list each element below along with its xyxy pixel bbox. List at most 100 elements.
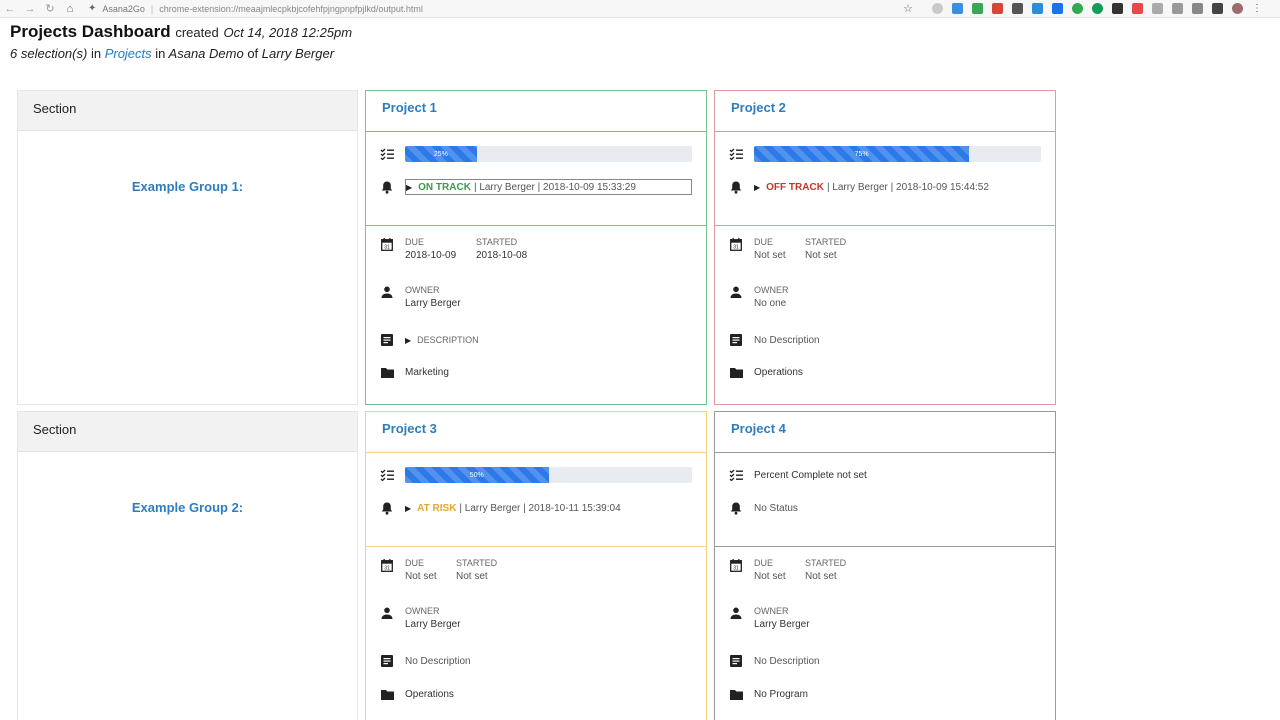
extension-icon[interactable] (932, 3, 943, 14)
progress-fill: 25% (405, 146, 477, 162)
due-value: 2018-10-09 (405, 250, 457, 261)
project-title[interactable]: Project 1 (366, 91, 706, 132)
group-label[interactable]: Example Group 1: (18, 179, 357, 194)
progress-fill: 75% (754, 146, 970, 162)
extension-icon[interactable] (992, 3, 1003, 14)
project-card: Project 2 75% ▶ OFF TRACK | Larry Berger… (714, 90, 1056, 405)
expand-caret-icon[interactable]: ▶ (754, 183, 760, 192)
extension-icon[interactable] (1192, 3, 1203, 14)
section-header: Section (18, 412, 357, 452)
started-value: 2018-10-08 (476, 250, 528, 261)
owner-label: OWNER (405, 285, 440, 295)
extension-icon[interactable] (1032, 3, 1043, 14)
status-word: AT RISK (417, 502, 457, 514)
group-label[interactable]: Example Group 2: (18, 500, 357, 515)
calendar-icon: 31 (729, 237, 743, 251)
progress-fill: 50% (405, 467, 549, 483)
extension-icon[interactable] (1092, 3, 1103, 14)
owner-value: Larry Berger (754, 619, 810, 630)
status-toggle[interactable]: ▶ AT RISK | Larry Berger | 2018-10-11 15… (405, 500, 692, 516)
created-label: created (175, 25, 219, 40)
profile-avatar[interactable] (1232, 3, 1243, 14)
owner-label: OWNER (754, 285, 789, 295)
dashboard-title: Projects Dashboard (10, 22, 171, 41)
owner-value: Larry Berger (405, 619, 461, 630)
download-icon[interactable] (1212, 3, 1223, 14)
svg-text:31: 31 (384, 565, 390, 571)
due-value: Not set (754, 250, 786, 261)
owner-value: Larry Berger (405, 298, 461, 309)
due-value: Not set (754, 571, 786, 582)
progress-bar: 75% (754, 146, 1041, 162)
projects-link[interactable]: Projects (105, 46, 152, 61)
status-toggle[interactable]: ▶ OFF TRACK | Larry Berger | 2018-10-09 … (754, 179, 1041, 195)
page-title: Projects Dashboard created Oct 14, 2018 … (10, 22, 352, 42)
calendar-icon: 31 (380, 558, 394, 572)
rss-icon[interactable] (1112, 3, 1123, 14)
person-icon (380, 285, 394, 299)
bookmark-star-icon[interactable]: ☆ (903, 2, 913, 15)
owner-value: No one (754, 298, 787, 309)
extension-icon[interactable] (1072, 3, 1083, 14)
status-word: OFF TRACK (766, 181, 824, 193)
project-card: Project 4 Percent Complete not set No St… (714, 411, 1056, 720)
owner-label: OWNER (754, 606, 789, 616)
extension-icon[interactable] (1152, 3, 1163, 14)
description-icon (729, 333, 743, 347)
description-icon (729, 654, 743, 668)
extension-icon[interactable] (952, 3, 963, 14)
puzzle-icon: ✦ (88, 3, 97, 14)
checklist-icon (729, 147, 743, 161)
description-icon (380, 654, 394, 668)
forward-icon[interactable]: → (20, 3, 40, 15)
status-area: Percent Complete not set No Status (715, 453, 1055, 547)
back-icon[interactable]: ← (0, 3, 20, 15)
expand-caret-icon[interactable]: ▶ (405, 336, 411, 345)
home-icon[interactable]: ⌂ (60, 3, 80, 15)
person-icon (729, 285, 743, 299)
bell-icon (729, 180, 743, 194)
created-date: Oct 14, 2018 12:25pm (223, 25, 353, 40)
svg-text:31: 31 (384, 244, 390, 250)
extension-icon[interactable] (1012, 3, 1023, 14)
checklist-icon (380, 147, 394, 161)
description-value: No Description (754, 655, 820, 667)
reload-icon[interactable]: ↻ (40, 2, 60, 15)
expand-caret-icon[interactable]: ▶ (406, 183, 412, 192)
folder-icon (380, 687, 394, 701)
description-label[interactable]: DESCRIPTION (417, 335, 479, 345)
program-value: Operations (754, 366, 803, 378)
program-value: No Program (754, 688, 808, 700)
status-toggle[interactable]: ▶ ON TRACK | Larry Berger | 2018-10-09 1… (405, 179, 692, 195)
in-word: in (155, 46, 166, 61)
url-separator: | (150, 3, 154, 14)
person-icon (729, 606, 743, 620)
project-title[interactable]: Project 4 (715, 412, 1055, 453)
extension-icon[interactable] (1052, 3, 1063, 14)
status-detail: | Larry Berger | 2018-10-09 15:44:52 (826, 181, 989, 193)
workspace-name: Asana Demo (168, 46, 244, 61)
description-value: No Description (405, 655, 471, 667)
status-detail: | Larry Berger | 2018-10-11 15:39:04 (459, 502, 621, 514)
extension-name: Asana2Go (102, 3, 145, 14)
extension-icon[interactable] (1132, 3, 1143, 14)
program-value: Marketing (405, 366, 449, 378)
status-area: 50% ▶ AT RISK | Larry Berger | 2018-10-1… (366, 453, 706, 547)
started-label: STARTED (805, 558, 847, 568)
svg-text:31: 31 (733, 244, 739, 250)
due-label: DUE (405, 558, 425, 568)
user-name: Larry Berger (261, 46, 335, 61)
extension-icon[interactable] (1172, 3, 1183, 14)
extension-icon[interactable] (972, 3, 983, 14)
due-label: DUE (754, 237, 774, 247)
checklist-icon (729, 468, 743, 482)
person-icon (380, 606, 394, 620)
address-bar[interactable]: ✦ Asana2Go | chrome-extension://meaajmle… (88, 3, 903, 14)
expand-caret-icon[interactable]: ▶ (405, 504, 411, 513)
project-title[interactable]: Project 3 (366, 412, 706, 453)
started-value: Not set (456, 571, 488, 582)
owner-label: OWNER (405, 606, 440, 616)
project-card: Project 1 25% ▶ ON TRACK | Larry Berger … (365, 90, 707, 405)
project-title[interactable]: Project 2 (715, 91, 1055, 132)
menu-icon[interactable]: ⋮ (1252, 3, 1262, 14)
